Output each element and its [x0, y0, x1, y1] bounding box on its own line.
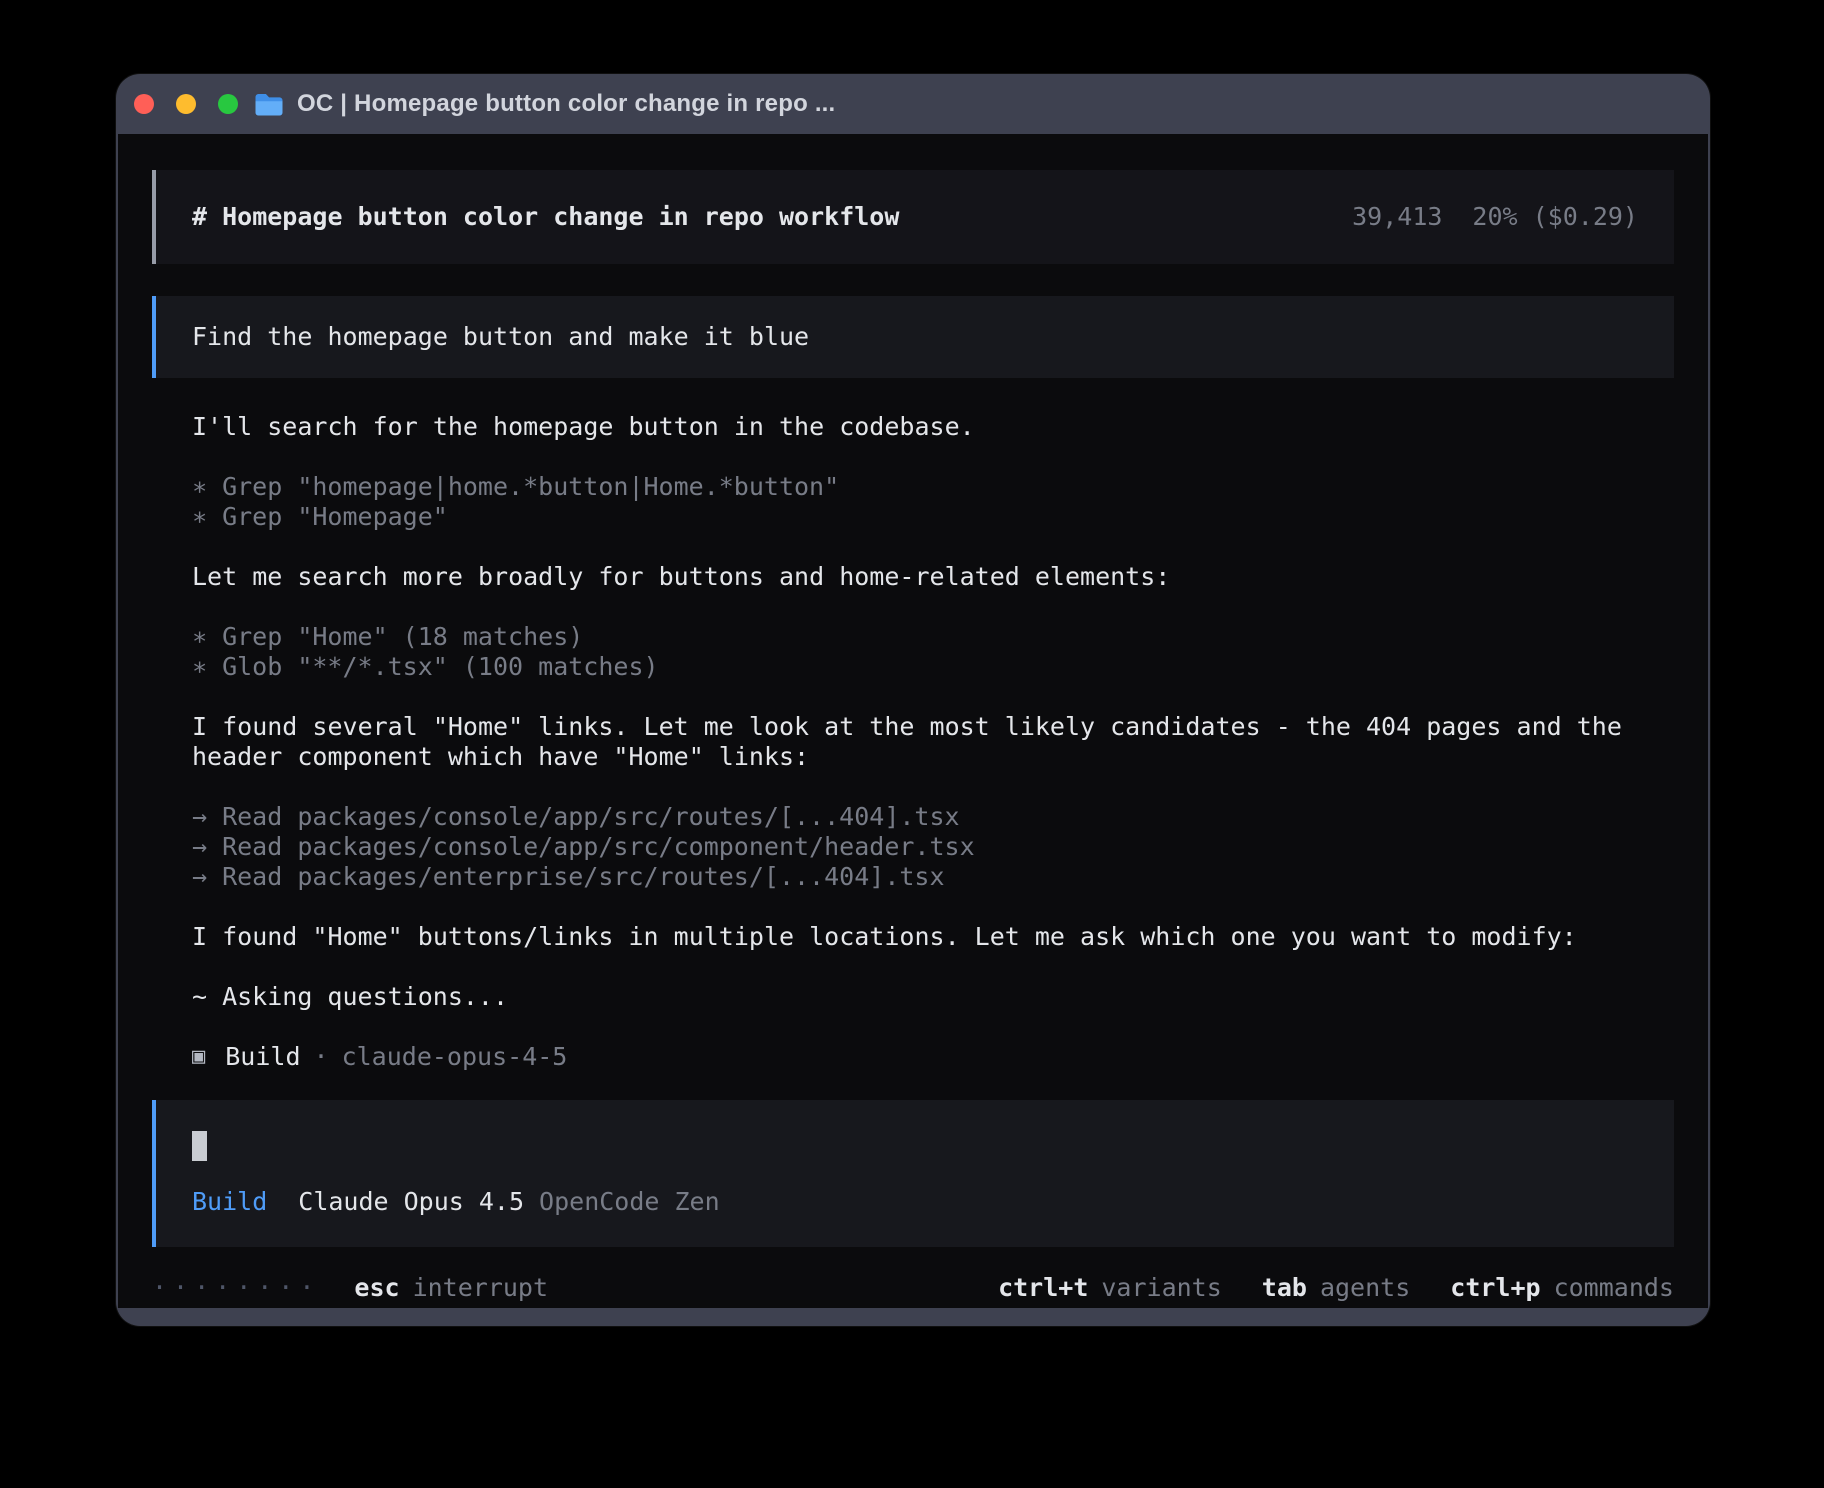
- esc-key: esc: [354, 1273, 399, 1303]
- session-stats: 39,413 20% ($0.29): [1352, 202, 1638, 232]
- tilde-icon: ~: [192, 982, 207, 1012]
- arrow-right-icon: →: [192, 832, 207, 862]
- agent-separator: ·: [314, 1042, 329, 1072]
- shortcut-group: ctrl+t variants tab agents ctrl+p comman…: [998, 1273, 1674, 1303]
- user-message-text: Find the homepage button and make it blu…: [192, 322, 809, 352]
- tool-asterisk-icon: ∗: [192, 652, 207, 682]
- assistant-message-candidates: I found several "Home" links. Let me loo…: [192, 712, 1674, 772]
- tool-asterisk-icon: ∗: [192, 502, 207, 532]
- tool-asterisk-icon: ∗: [192, 622, 207, 652]
- session-header: # Homepage button color change in repo w…: [152, 170, 1674, 264]
- provider-label: OpenCode Zen: [539, 1187, 720, 1217]
- window-controls: [134, 94, 238, 114]
- ctrl-t-key: ctrl+t: [998, 1273, 1088, 1303]
- tool-call: ∗ Glob "**/*.tsx" (100 matches): [192, 652, 1674, 682]
- tool-call-group-1: ∗ Grep "homepage|home.*button|Home.*butto…: [192, 472, 1674, 532]
- tool-call-group-2: ∗ Grep "Home" (18 matches) ∗ Glob "**/*.ts…: [192, 622, 1674, 682]
- assistant-message-broader: Let me search more broadly for buttons a…: [192, 562, 1674, 592]
- agent-status-line: ▣ Build · claude-opus-4-5: [192, 1042, 1674, 1072]
- mode-label: Build: [192, 1187, 267, 1217]
- model-label: Claude Opus 4.5: [298, 1187, 524, 1217]
- agent-model: claude-opus-4-5: [342, 1042, 568, 1072]
- esc-label: interrupt: [413, 1273, 548, 1303]
- input-meta: Build Claude Opus 4.5 OpenCode Zen: [192, 1187, 1638, 1217]
- tool-call: ∗ Grep "Homepage": [192, 502, 1674, 532]
- prompt-input[interactable]: Build Claude Opus 4.5 OpenCode Zen: [152, 1100, 1674, 1247]
- tool-call: ∗ Grep "homepage|home.*button|Home.*butto…: [192, 472, 1674, 502]
- tool-label: Grep "Homepage": [222, 502, 448, 531]
- read-label: Read packages/enterprise/src/routes/[...…: [222, 862, 944, 891]
- agents-label: agents: [1320, 1273, 1410, 1303]
- read-call: → Read packages/console/app/src/component…: [192, 832, 1674, 862]
- shortcut-variants: ctrl+t variants: [998, 1273, 1222, 1303]
- terminal-window: OC | Homepage button color change in rep…: [116, 74, 1710, 1326]
- commands-label: commands: [1554, 1273, 1674, 1303]
- tool-asterisk-icon: ∗: [192, 472, 207, 502]
- user-message: Find the homepage button and make it blu…: [152, 296, 1674, 378]
- shortcut-interrupt: esc interrupt: [354, 1273, 548, 1303]
- titlebar: OC | Homepage button color change in rep…: [116, 74, 1710, 134]
- tool-label: Grep "homepage|home.*button|Home.*button…: [222, 472, 839, 501]
- read-call-group: → Read packages/console/app/src/routes/[.…: [192, 802, 1674, 892]
- ctrl-p-key: ctrl+p: [1450, 1273, 1540, 1303]
- read-label: Read packages/console/app/src/routes/[..…: [222, 802, 960, 831]
- assistant-message-ask-which: I found "Home" buttons/links in multiple…: [192, 922, 1674, 952]
- window-title: OC | Homepage button color change in rep…: [297, 90, 835, 118]
- minimize-button[interactable]: [176, 94, 196, 114]
- shortcut-agents: tab agents: [1262, 1273, 1410, 1303]
- agent-name: Build: [225, 1042, 300, 1072]
- shortcut-commands: ctrl+p commands: [1450, 1273, 1674, 1303]
- read-call: → Read packages/console/app/src/routes/[.…: [192, 802, 1674, 832]
- zoom-button[interactable]: [218, 94, 238, 114]
- tool-call: ∗ Grep "Home" (18 matches): [192, 622, 1674, 652]
- spinner-dots: ········: [152, 1273, 320, 1303]
- variants-label: variants: [1101, 1273, 1221, 1303]
- arrow-right-icon: →: [192, 862, 207, 892]
- session-title: # Homepage button color change in repo w…: [192, 202, 899, 232]
- asking-questions-status: ~ Asking questions...: [192, 982, 1674, 1012]
- token-count: 39,413: [1352, 202, 1442, 232]
- tab-key: tab: [1262, 1273, 1307, 1303]
- window-title-group: OC | Homepage button color change in rep…: [254, 90, 835, 118]
- agent-square-icon: ▣: [192, 1042, 205, 1072]
- folder-icon: [254, 92, 284, 117]
- terminal-content: # Homepage button color change in repo w…: [118, 134, 1708, 1308]
- asking-label: Asking questions...: [222, 982, 508, 1011]
- text-cursor: [192, 1131, 207, 1161]
- arrow-right-icon: →: [192, 802, 207, 832]
- status-bar: ········ esc interrupt ctrl+t variants t…: [152, 1273, 1674, 1303]
- assistant-message-intro: I'll search for the homepage button in t…: [192, 412, 1674, 442]
- tool-label: Glob "**/*.tsx" (100 matches): [222, 652, 659, 681]
- read-label: Read packages/console/app/src/component/…: [222, 832, 975, 861]
- tool-label: Grep "Home" (18 matches): [222, 622, 583, 651]
- read-call: → Read packages/enterprise/src/routes/[..…: [192, 862, 1674, 892]
- close-button[interactable]: [134, 94, 154, 114]
- context-usage: 20% ($0.29): [1472, 202, 1638, 232]
